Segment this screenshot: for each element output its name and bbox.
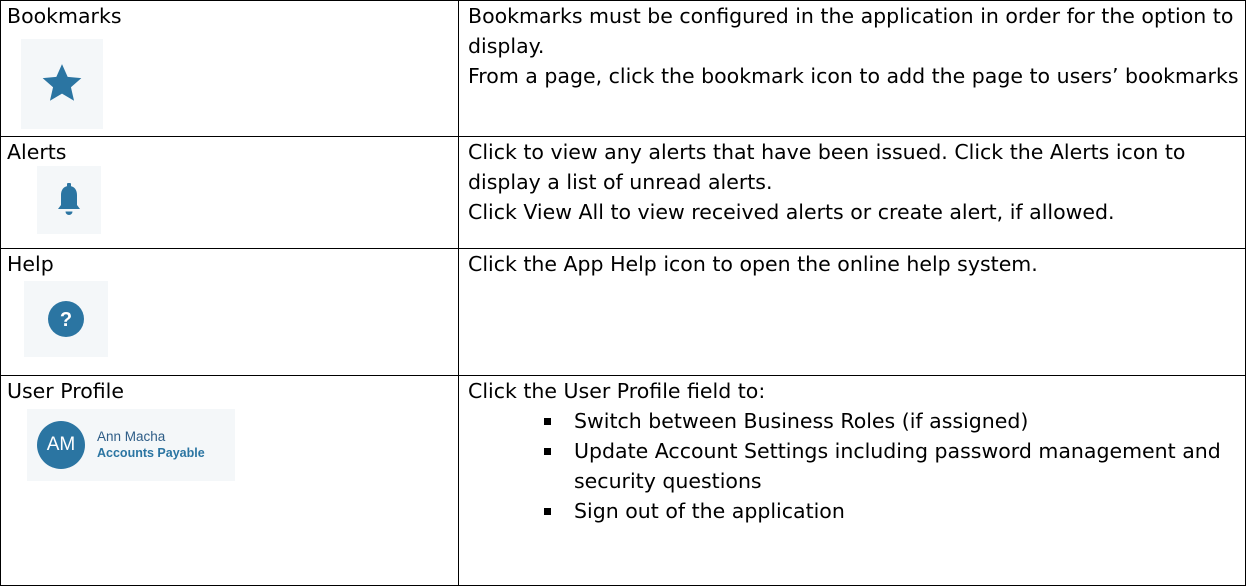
bullet-icon [544,418,551,425]
avatar: AM [37,421,85,469]
description-cell: Click to view any alerts that have been … [458,136,1246,249]
description-text: Click to view any alerts that have been … [468,140,1186,194]
description-text: Click the App Help icon to open the onli… [468,252,1038,276]
row-label: User Profile [7,379,124,403]
bullet-icon [544,508,551,515]
user-profile-preview: AM Ann Macha Accounts Payable [27,409,235,481]
label-cell: Alerts [0,136,459,249]
bullet-icon [544,448,551,455]
description-text: From a page, click the bookmark icon to … [468,64,1239,88]
row-label: Bookmarks [7,4,122,28]
bullet-list: Switch between Business Roles (if assign… [468,406,1241,526]
bell-icon [58,183,80,215]
profile-role: Accounts Payable [97,446,205,460]
alerts-icon-preview [37,166,101,234]
description-cell: Click the App Help icon to open the onli… [458,248,1246,376]
label-cell: User Profile AM Ann Macha Accounts Payab… [0,375,459,586]
list-item: Sign out of the application [468,496,1241,526]
label-cell: Help ? [0,248,459,376]
bullet-text: Sign out of the application [574,499,845,523]
table-row: Bookmarks Bookmarks must be configured i… [0,0,1246,137]
row-label: Alerts [7,140,67,164]
header-icons-reference-table: Bookmarks Bookmarks must be configured i… [0,0,1246,586]
row-label: Help [7,252,54,276]
table-row: Help ? Click the App Help icon to open t… [0,248,1246,376]
svg-text:?: ? [60,309,72,331]
description-intro: Click the User Profile field to: [468,379,766,403]
help-icon-preview: ? [24,281,108,357]
description-cell: Bookmarks must be configured in the appl… [458,0,1246,137]
star-icon [42,64,82,101]
list-item: Update Account Settings including passwo… [468,436,1241,496]
help-icon: ? [48,301,84,337]
description-text: Bookmarks must be configured in the appl… [468,4,1234,58]
label-cell: Bookmarks [0,0,459,137]
description-text: Click View All to view received alerts o… [468,200,1115,224]
bullet-text: Update Account Settings including passwo… [574,439,1221,493]
bullet-text: Switch between Business Roles (if assign… [574,409,1029,433]
table-row: Alerts Click to view any alerts that hav… [0,136,1246,249]
profile-name: Ann Macha [97,429,166,444]
list-item: Switch between Business Roles (if assign… [468,406,1241,436]
table-row: User Profile AM Ann Macha Accounts Payab… [0,375,1246,586]
bookmark-icon-preview [21,39,103,129]
profile-text: Ann Macha Accounts Payable [97,428,205,462]
description-cell: Click the User Profile field to: Switch … [458,375,1246,586]
